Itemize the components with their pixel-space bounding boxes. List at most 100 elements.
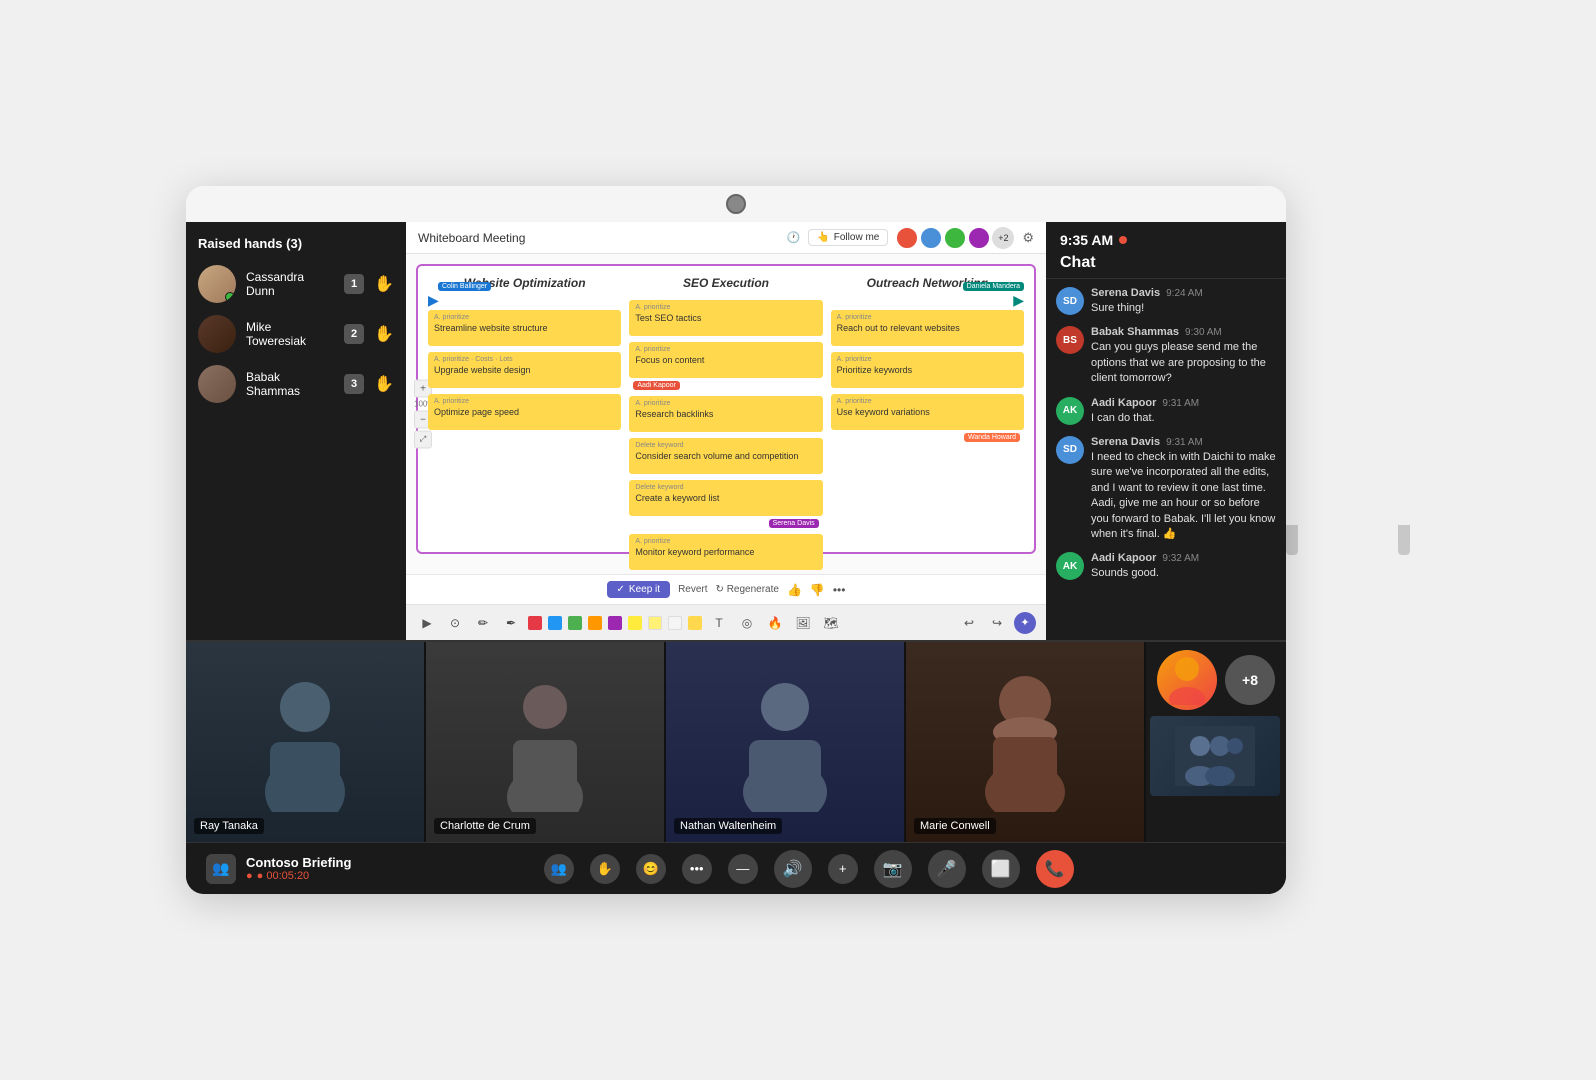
- sticky-tool[interactable]: 🔥: [764, 612, 786, 634]
- cursor-tag-daniela: Daniela Mandera: [963, 282, 1024, 291]
- video-tile-ray: Ray Tanaka: [186, 642, 426, 842]
- clock-icon: 🕐: [787, 231, 801, 244]
- wb-avatar-2: [920, 227, 942, 249]
- raise-hand-button[interactable]: ✋: [590, 854, 620, 884]
- wb-column-website: Website Optimization ▶ Colin Ballinger A…: [428, 276, 621, 574]
- more-button[interactable]: •••: [682, 854, 712, 884]
- video-tile-charlotte: Charlotte de Crum: [426, 642, 666, 842]
- chat-time: 9:35 AM: [1060, 232, 1113, 248]
- person-silhouette-charlotte: [495, 672, 595, 812]
- hand-emoji-babak: ✋: [374, 374, 394, 394]
- select-tool[interactable]: ▶: [416, 612, 438, 634]
- meeting-name: Contoso Briefing: [246, 855, 351, 870]
- wb-column-outreach: Outreach Networking ▶ Daniela Mandera A.…: [831, 276, 1024, 574]
- video-bg-ray: [186, 642, 424, 842]
- revert-button[interactable]: Revert: [678, 584, 707, 595]
- whiteboard-header: Whiteboard Meeting 🕐 👆 Follow me +: [406, 222, 1046, 254]
- person-silhouette-marie: [975, 672, 1075, 812]
- follow-me-button[interactable]: 👆 Follow me: [808, 229, 888, 246]
- color-green[interactable]: [568, 616, 582, 630]
- chat-title: Chat: [1060, 254, 1272, 272]
- msg-text-1: Can you guys please send me the options …: [1091, 340, 1276, 386]
- color-white[interactable]: [668, 616, 682, 630]
- ai-button[interactable]: ✦: [1014, 612, 1036, 634]
- video-bg-charlotte: [426, 642, 664, 842]
- cursor-tag-serena: Serena Davis: [769, 519, 819, 528]
- group-meeting-icon: [1175, 726, 1255, 786]
- thumbs-down-icon[interactable]: 👎: [810, 583, 825, 597]
- extra-person-icon: [1167, 655, 1207, 705]
- name-tag-marie: Marie Conwell: [914, 818, 996, 834]
- sticky-test-seo: A. prioritize Test SEO tactics: [629, 300, 822, 336]
- meeting-info: 👥 Contoso Briefing ● ● 00:05:20: [206, 854, 351, 884]
- webcam-icon: [726, 194, 746, 214]
- msg-header-4: Aadi Kapoor 9:32 AM: [1091, 552, 1276, 564]
- sticky-prioritize: A. prioritize Prioritize keywords: [831, 352, 1024, 388]
- chat-messages[interactable]: SD Serena Davis 9:24 AM Sure thing! BS: [1046, 279, 1286, 640]
- extra-video-thumbnail: [1150, 716, 1280, 796]
- camera-bar: [186, 186, 1286, 222]
- volume-button[interactable]: 🔊: [774, 850, 812, 888]
- keep-it-button[interactable]: ✓ Keep it: [607, 581, 671, 598]
- redo-button[interactable]: ↪: [986, 612, 1008, 634]
- sticky-consider: Delete keyword Consider search volume an…: [629, 438, 822, 474]
- hand-emoji-cassandra: ✋: [374, 274, 394, 294]
- add-button[interactable]: +: [828, 854, 858, 884]
- thumbs-up-icon[interactable]: 👍: [787, 583, 802, 597]
- wb-avatar-4: [968, 227, 990, 249]
- chat-header: 9:35 AM Chat: [1046, 222, 1286, 279]
- chat-panel: 9:35 AM Chat SD Serena Davis 9:24 AM: [1046, 222, 1286, 640]
- participants-button[interactable]: 👥: [544, 854, 574, 884]
- sticky-reach: A. prioritize Reach out to relevant webs…: [831, 310, 1024, 346]
- share-screen-button[interactable]: ⬜: [982, 850, 1020, 888]
- wb-column-seo: SEO Execution A. prioritize Test SEO tac…: [629, 276, 822, 574]
- extra-video-top: +8: [1150, 646, 1282, 714]
- cursor-tag-aadi: Aadi Kapoor: [633, 381, 680, 390]
- image-tool[interactable]: 🖼: [792, 612, 814, 634]
- lasso-tool[interactable]: ⊙: [444, 612, 466, 634]
- regenerate-button[interactable]: ↻ Regenerate: [716, 584, 779, 595]
- controls-bar: 👥 Contoso Briefing ● ● 00:05:20 👥 ✋ 😊 ••…: [186, 842, 1286, 894]
- reaction-button[interactable]: 😊: [636, 854, 666, 884]
- color-yellow[interactable]: [628, 616, 642, 630]
- msg-time-2: 9:31 AM: [1162, 398, 1199, 409]
- msg-text-4: Sounds good.: [1091, 566, 1276, 581]
- extra-count-badge: +8: [1225, 655, 1275, 705]
- minimize-button[interactable]: —: [728, 854, 758, 884]
- color-lightyellow[interactable]: [648, 616, 662, 630]
- color-gold[interactable]: [688, 616, 702, 630]
- name-tag-ray: Ray Tanaka: [194, 818, 264, 834]
- settings-icon[interactable]: ⚙: [1022, 230, 1034, 246]
- whiteboard-content[interactable]: + 100% − ⤢ Website Optimization: [406, 254, 1046, 574]
- msg-content-4: Aadi Kapoor 9:32 AM Sounds good.: [1091, 552, 1276, 581]
- color-purple[interactable]: [608, 616, 622, 630]
- hand-item-mike: Mike Toweresiak 2 ✋: [198, 315, 394, 353]
- color-red[interactable]: [528, 616, 542, 630]
- hand-item-cassandra: Cassandra Dunn 1 ✋: [198, 265, 394, 303]
- end-call-button[interactable]: 📞: [1036, 850, 1074, 888]
- avatar-aadi-1: AK: [1056, 397, 1084, 425]
- camera-toggle-button[interactable]: 📷: [874, 850, 912, 888]
- undo-button[interactable]: ↩: [958, 612, 980, 634]
- screen: Raised hands (3) Cassandra Dunn 1 ✋ Mike…: [186, 222, 1286, 894]
- zoom-fit-button[interactable]: ⤢: [414, 431, 432, 449]
- more-options-icon[interactable]: •••: [833, 583, 846, 597]
- msg-header-2: Aadi Kapoor 9:31 AM: [1091, 397, 1276, 409]
- hand-emoji-mike: ✋: [374, 324, 394, 344]
- sticky-streamline: A. prioritize Streamline website structu…: [428, 310, 621, 346]
- cursor-arrow-colin: ▶: [428, 292, 439, 309]
- msg-text-2: I can do that.: [1091, 411, 1276, 426]
- wb-participant-avatars: +2: [896, 227, 1014, 249]
- shape-tool[interactable]: ◎: [736, 612, 758, 634]
- pen-tool-2[interactable]: ✒: [500, 612, 522, 634]
- text-tool[interactable]: T: [708, 612, 730, 634]
- msg-text-3: I need to check in with Daichi to make s…: [1091, 450, 1276, 542]
- color-blue[interactable]: [548, 616, 562, 630]
- avatar-mike: [198, 315, 236, 353]
- map-tool[interactable]: 🗺: [820, 612, 842, 634]
- pen-tool-1[interactable]: ✏: [472, 612, 494, 634]
- msg-sender-4: Aadi Kapoor: [1091, 552, 1156, 564]
- meeting-duration: ● ● 00:05:20: [246, 870, 351, 882]
- mic-button[interactable]: 🎤: [928, 850, 966, 888]
- color-orange[interactable]: [588, 616, 602, 630]
